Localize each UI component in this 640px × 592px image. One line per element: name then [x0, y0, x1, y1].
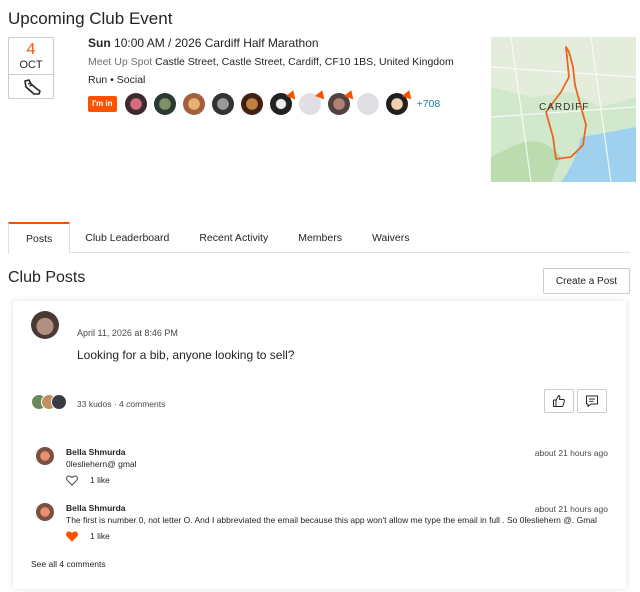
kudos-summary[interactable]: 33 kudos · 4 comments	[77, 399, 165, 409]
comment-like-count[interactable]: 1 like	[90, 531, 110, 541]
event-route-map[interactable]: CARDIFF	[491, 37, 636, 182]
post-card: April 11, 2026 at 8:46 PM Looking for a …	[13, 301, 626, 589]
event-date-box: 4 OCT	[8, 37, 54, 99]
event-title-line[interactable]: Sun 10:00 AM / 2026 Cardiff Half Maratho…	[88, 36, 454, 50]
more-attendees-link[interactable]: +708	[417, 98, 441, 110]
post-author-avatar[interactable]	[31, 311, 59, 339]
create-post-button[interactable]: Create a Post	[543, 268, 630, 294]
event-details: Sun 10:00 AM / 2026 Cardiff Half Maratho…	[88, 36, 454, 86]
attendee-avatar[interactable]	[298, 88, 327, 115]
meetup-location: Castle Street, Castle Street, Cardiff, C…	[155, 56, 454, 68]
attendee-avatar[interactable]	[356, 93, 379, 115]
club-posts-heading: Club Posts	[8, 269, 86, 286]
comment-text: 0lesliehern@ gmal	[66, 459, 137, 469]
kudos-avatars[interactable]	[31, 394, 67, 410]
attendee-avatar[interactable]	[385, 88, 414, 115]
comment-author-avatar[interactable]	[36, 447, 54, 465]
comment-author-avatar[interactable]	[36, 503, 54, 521]
attendee-avatar[interactable]	[269, 88, 298, 115]
heart-outline-icon[interactable]	[66, 475, 78, 486]
comment-time: about 21 hours ago	[534, 448, 608, 458]
tab-recent-activity[interactable]: Recent Activity	[184, 222, 283, 253]
attendees-row: I'm in +708	[88, 88, 441, 116]
event-date-day: 4	[26, 41, 36, 58]
tab-posts[interactable]: Posts	[8, 222, 71, 254]
comment-icon	[586, 395, 598, 407]
event-tags: Run • Social	[88, 74, 146, 86]
map-city-label: CARDIFF	[539, 102, 589, 113]
attendee-avatar[interactable]	[240, 93, 263, 115]
im-in-button[interactable]: I'm in	[88, 96, 117, 112]
comment-time: about 21 hours ago	[534, 504, 608, 514]
kudos-button[interactable]	[544, 389, 574, 413]
attendee-avatar[interactable]	[153, 93, 176, 115]
comment-author-name[interactable]: Bella Shmurda	[66, 447, 126, 457]
attendee-avatar[interactable]	[124, 93, 147, 115]
thumbs-up-icon	[553, 395, 565, 407]
club-tabs: Posts Club Leaderboard Recent Activity M…	[8, 222, 630, 254]
heart-filled-icon[interactable]	[66, 531, 78, 542]
event-section-title: Upcoming Club Event	[8, 9, 173, 28]
tab-waivers[interactable]: Waivers	[357, 222, 425, 253]
meetup-label: Meet Up Spot	[88, 56, 153, 68]
running-shoe-icon	[24, 79, 41, 95]
comment-author-name[interactable]: Bella Shmurda	[66, 503, 126, 513]
attendee-avatar[interactable]	[327, 88, 356, 115]
comment-button[interactable]	[577, 389, 607, 413]
event-time-title: 10:00 AM / 2026 Cardiff Half Marathon	[114, 36, 319, 50]
event-meetup: Meet Up Spot Castle Street, Castle Stree…	[88, 56, 454, 68]
tab-members[interactable]: Members	[283, 222, 357, 253]
comment-text: The first is number 0, not letter O. And…	[66, 515, 597, 525]
comment-like-count[interactable]: 1 like	[90, 475, 110, 485]
see-all-comments-link[interactable]: See all 4 comments	[31, 559, 106, 569]
event-date-month: OCT	[19, 59, 43, 71]
post-date: April 11, 2026 at 8:46 PM	[77, 328, 178, 338]
tab-club-leaderboard[interactable]: Club Leaderboard	[70, 222, 184, 253]
attendee-avatar[interactable]	[182, 93, 205, 115]
event-day: Sun	[88, 36, 111, 50]
post-text: Looking for a bib, anyone looking to sel…	[77, 348, 295, 362]
attendee-avatar[interactable]	[211, 93, 234, 115]
